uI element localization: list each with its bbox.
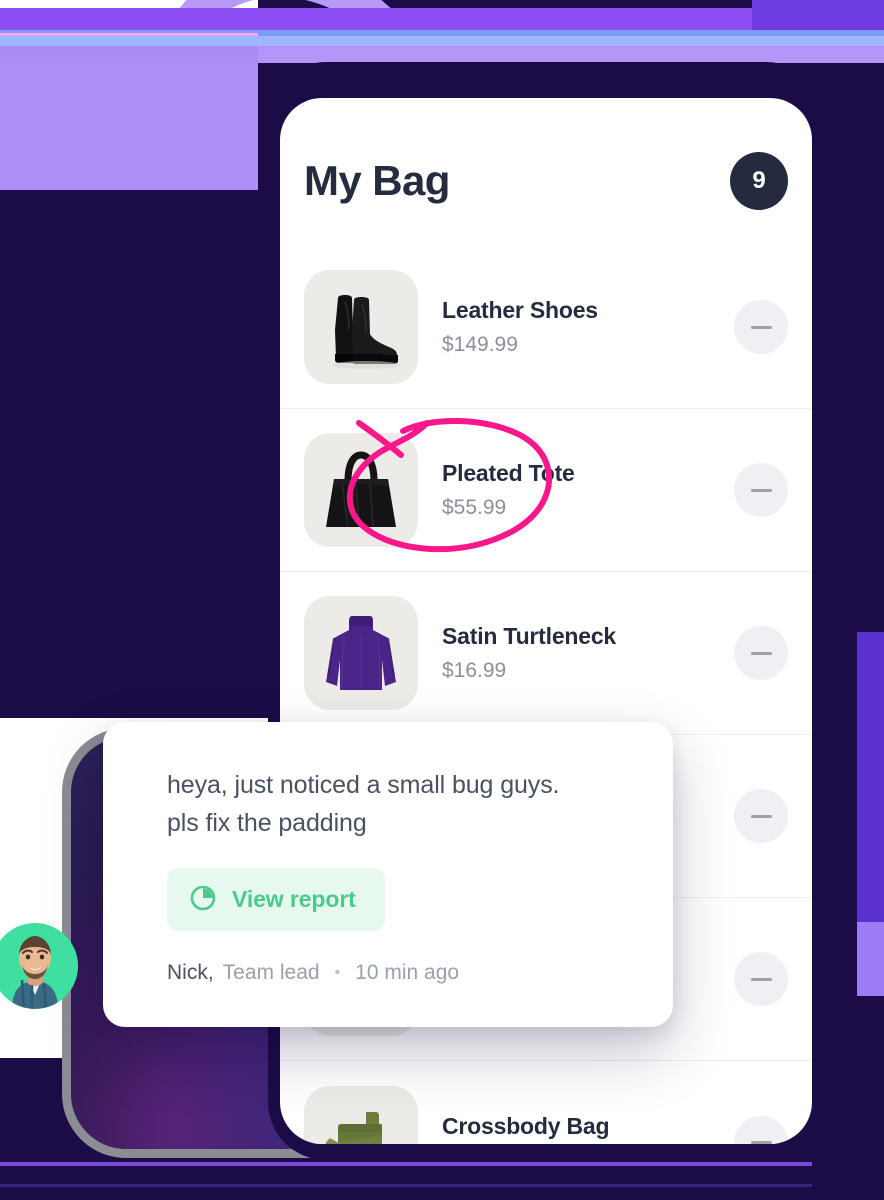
background-violet-strip-3: [0, 36, 884, 46]
screen-bottom-fade: [280, 1140, 812, 1144]
product-info: Pleated Tote $55.99: [418, 460, 734, 520]
background-lilac-block-wide: [0, 50, 258, 188]
background-right-accent-block: [857, 632, 884, 922]
product-name: Leather Shoes: [442, 297, 598, 323]
screenshot-stage: My Bag 9 Leather Shoes $149.99 Pleated T…: [0, 0, 884, 1200]
background-bottom-bar-1: [0, 1162, 812, 1166]
remove-item-button[interactable]: [734, 952, 788, 1006]
table-row[interactable]: Pleated Tote $55.99: [280, 409, 812, 572]
product-name: Pleated Tote: [442, 460, 575, 486]
comment-author-role: Team lead: [222, 961, 320, 984]
product-price: $55.99: [442, 496, 507, 519]
product-info: Satin Turtleneck $16.99: [418, 623, 734, 683]
turtleneck-thumb: [304, 596, 418, 710]
table-row[interactable]: Leather Shoes $149.99: [280, 246, 812, 409]
minus-icon: [750, 814, 772, 818]
product-price: $149.99: [442, 333, 518, 356]
comment-timestamp: 10 min ago: [355, 961, 460, 984]
crossbody-thumb: [304, 1085, 418, 1144]
meta-separator: •: [334, 964, 341, 981]
background-right-accent-block-light: [857, 922, 884, 996]
comment-body-line-2: pls fix the padding: [167, 809, 367, 837]
table-row[interactable]: Satin Turtleneck $16.99: [280, 572, 812, 735]
view-report-button[interactable]: View report: [167, 868, 385, 931]
product-price: $16.99: [442, 659, 507, 682]
background-bottom-bar-2: [0, 1184, 812, 1187]
remove-item-button[interactable]: [734, 300, 788, 354]
comment-body-line-1: heya, just noticed a small bug guys.: [167, 771, 560, 799]
product-name: Crossbody Bag: [442, 1112, 610, 1139]
bag-header: My Bag 9: [304, 146, 788, 216]
minus-icon: [750, 325, 772, 329]
remove-item-button[interactable]: [734, 463, 788, 517]
background-violet-strip-5: [258, 46, 884, 63]
minus-icon: [750, 488, 772, 492]
background-violet-top-right: [752, 0, 884, 30]
boots-thumb: [304, 270, 418, 384]
comment-card: heya, just noticed a small bug guys. pls…: [103, 722, 673, 1027]
product-name: Satin Turtleneck: [442, 623, 617, 649]
comment-body: heya, just noticed a small bug guys. pls…: [167, 766, 609, 842]
cart-count-badge: 9: [730, 152, 788, 210]
table-row[interactable]: Crossbody Bag $39.99: [280, 1061, 812, 1144]
remove-item-button[interactable]: [734, 626, 788, 680]
product-info: Leather Shoes $149.99: [418, 297, 734, 357]
tote-thumb: [304, 433, 418, 547]
minus-icon: [750, 651, 772, 655]
page-title: My Bag: [304, 157, 450, 204]
minus-icon: [750, 977, 772, 981]
view-report-label: View report: [232, 886, 356, 912]
pie-chart-icon: [189, 884, 217, 915]
remove-item-button[interactable]: [734, 789, 788, 843]
comment-author: Nick,: [167, 961, 214, 984]
comment-meta: Nick, Team lead • 10 min ago: [167, 961, 609, 985]
background-pink-hairline: [0, 33, 258, 36]
